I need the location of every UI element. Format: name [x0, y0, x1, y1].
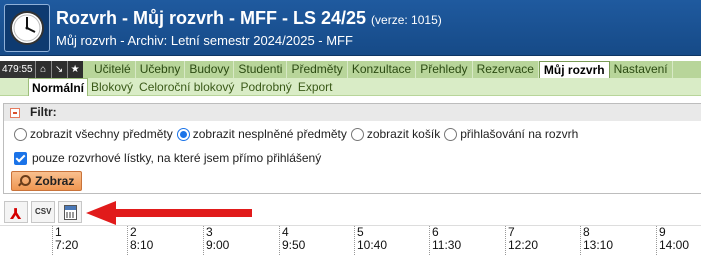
radio-registration[interactable] [444, 127, 458, 141]
direct-registration-checkbox[interactable] [14, 151, 27, 165]
tab-rezervace[interactable]: Rezervace [473, 61, 539, 78]
collapse-toggle-icon[interactable] [10, 108, 20, 118]
title-text: Rozvrh - Můj rozvrh - MFF - LS 24/25 [56, 8, 367, 28]
sub-nav: Normální Blokový Celoroční blokový Podro… [0, 78, 701, 96]
time-slot: 2 8:10 [127, 226, 153, 256]
app-header: Rozvrh - Můj rozvrh - MFF - LS 24/25 (ve… [0, 0, 701, 56]
filter-radio-group: zobrazit všechny předměty zobrazit nespl… [14, 127, 582, 141]
radio-cart-label: zobrazit košík [366, 127, 441, 141]
app-logo[interactable] [4, 4, 50, 52]
filter-panel: Filtr: zobrazit všechny předměty zobrazi… [3, 103, 701, 194]
slot-time: 9:50 [282, 238, 306, 252]
slot-time: 10:40 [357, 238, 388, 252]
time-slot: 6 11:30 [429, 226, 461, 256]
home-icon[interactable]: ⌂ [34, 61, 51, 78]
subtab-export[interactable]: Export [295, 78, 336, 96]
filter-header: Filtr: [4, 104, 701, 121]
tab-ucebny[interactable]: Učebny [136, 61, 186, 78]
calendar-export-button[interactable] [58, 201, 82, 223]
radio-all-subjects[interactable] [14, 127, 27, 141]
radio-all-subjects-label: zobrazit všechny předměty [30, 127, 173, 141]
version-label: (verze: 1015) [371, 13, 442, 27]
tab-konzultace[interactable]: Konzultace [348, 61, 417, 78]
time-slot: 5 10:40 [354, 226, 387, 256]
search-icon [17, 174, 31, 188]
show-button[interactable]: Zobraz [11, 171, 82, 191]
pdf-export-button[interactable]: ⅄ [4, 201, 28, 223]
export-toolbar: ⅄ CSV [4, 201, 82, 223]
main-nav: 479:55 ⌂ ↘ ★ Učitelé Učebny Budovy Stude… [0, 61, 701, 79]
radio-unfinished-subjects-label: zobrazit nesplněné předměty [192, 127, 347, 141]
slot-time: 9:00 [206, 238, 230, 252]
star-icon[interactable]: ★ [66, 61, 83, 78]
time-slot: 1 7:20 [52, 226, 78, 256]
tab-nastaveni[interactable]: Nastavení [610, 61, 673, 78]
time-slot: 9 14:00 [656, 226, 689, 256]
tab-muj-rozvrh[interactable]: Můj rozvrh [538, 61, 610, 79]
slot-time: 7:20 [55, 238, 79, 252]
csv-icon: CSV [35, 207, 52, 216]
csv-export-button[interactable]: CSV [31, 201, 55, 223]
slot-time: 14:00 [659, 238, 690, 252]
slot-time: 12:20 [508, 238, 539, 252]
show-button-label: Zobraz [35, 174, 75, 188]
direct-registration-label: pouze rozvrhové lístky, na které jsem př… [32, 151, 322, 165]
radio-registration-label: přihlašování na rozvrh [460, 127, 579, 141]
filter-title: Filtr: [30, 105, 57, 119]
tab-predmety[interactable]: Předměty [287, 61, 348, 78]
time-slot: 8 13:10 [580, 226, 613, 256]
tab-ucitele[interactable]: Učitelé [90, 61, 136, 78]
time-slot: 4 9:50 [279, 226, 305, 256]
nav-tabs: Učitelé Učebny Budovy Studenti Předměty … [90, 61, 673, 79]
subtab-celorocni-blokovy[interactable]: Celoroční blokový [136, 78, 237, 96]
session-timer: 479:55 [0, 61, 35, 78]
subnav-tabs: Normální Blokový Celoroční blokový Podro… [28, 78, 336, 96]
nav-controls: 479:55 ⌂ ↘ ★ [0, 61, 83, 78]
red-arrow-annotation [86, 201, 252, 225]
filter-checkbox-row: pouze rozvrhové lístky, na které jsem př… [14, 151, 321, 165]
page-subtitle: Můj rozvrh - Archiv: Letní semestr 2024/… [56, 33, 353, 48]
tab-prehledy[interactable]: Přehledy [416, 61, 473, 78]
collapse-icon[interactable]: ↘ [50, 61, 67, 78]
radio-cart[interactable] [350, 127, 364, 141]
tab-budovy[interactable]: Budovy [185, 61, 235, 78]
subtab-normalni[interactable]: Normální [28, 78, 89, 96]
timetable-header: 1 7:20 2 8:10 3 9:00 4 9:50 5 10:40 6 11… [0, 225, 701, 256]
radio-unfinished-subjects[interactable] [176, 127, 190, 141]
tab-studenti[interactable]: Studenti [234, 61, 288, 78]
time-slot: 3 9:00 [203, 226, 229, 256]
slot-time: 11:30 [432, 238, 462, 252]
clock-icon [10, 11, 44, 45]
calendar-export-icon [64, 205, 77, 220]
page-title: Rozvrh - Můj rozvrh - MFF - LS 24/25 (ve… [56, 8, 442, 29]
subtab-podrobny[interactable]: Podrobný [237, 78, 294, 96]
slot-time: 8:10 [130, 238, 154, 252]
slot-time: 13:10 [583, 238, 614, 252]
subtab-blokovy[interactable]: Blokový [88, 78, 136, 96]
time-slot: 7 12:20 [505, 226, 538, 256]
pdf-icon: ⅄ [10, 205, 22, 223]
